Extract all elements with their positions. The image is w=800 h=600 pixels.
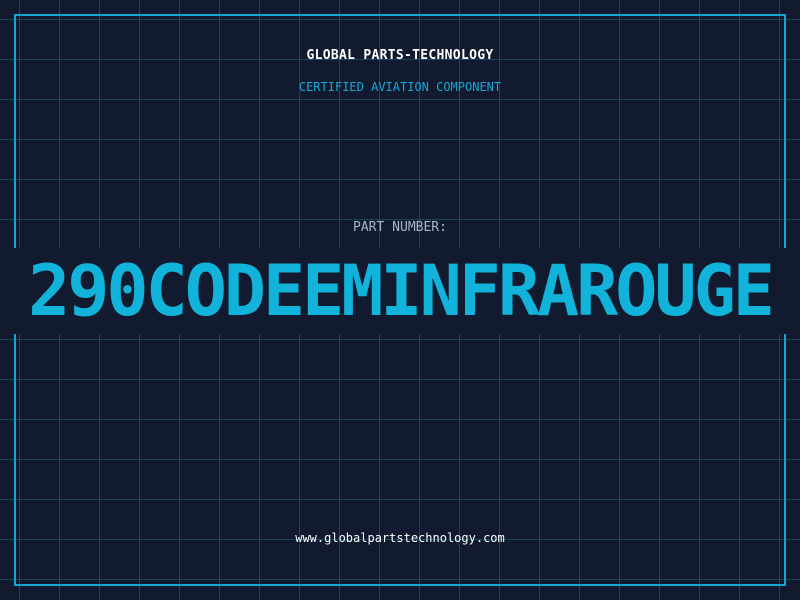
certification-tagline: CERTIFIED AVIATION COMPONENT	[298, 80, 502, 94]
part-number-value: 290CODEEMINFRAROUGE	[28, 250, 775, 332]
part-number-band: 290CODEEMINFRAROUGE	[0, 248, 800, 334]
website-url: www.globalpartstechnology.com	[295, 531, 505, 545]
company-name: GLOBAL PARTS-TECHNOLOGY	[306, 48, 494, 63]
certificate-card: GLOBAL PARTS-TECHNOLOGY CERTIFIED AVIATI…	[0, 0, 800, 600]
part-number-label: PART NUMBER:	[353, 220, 447, 235]
